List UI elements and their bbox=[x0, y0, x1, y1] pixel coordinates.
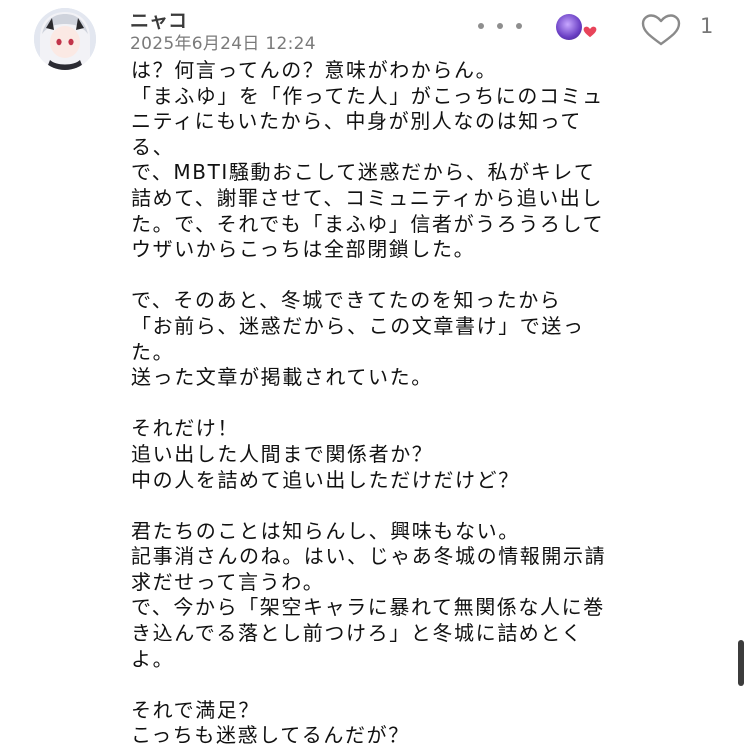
post-body: は？何言ってんの？意味がわからん。 「まふゆ」を「作ってた人」がこっちにのコミュ… bbox=[131, 58, 721, 749]
post-text-line: 「お前ら、迷惑だから、この文章書け」で送っ bbox=[131, 313, 585, 338]
post-timestamp: 2025年6月24日 12:24 bbox=[130, 34, 316, 54]
post-text-line: た。で、それでも「まふゆ」信者がうろうろして bbox=[131, 211, 605, 236]
more-options-button[interactable] bbox=[478, 16, 522, 36]
post-text-line: 追い出した人間まで関係者か？ bbox=[131, 441, 434, 466]
post-text-line: こっちも迷惑してるんだが？ bbox=[131, 723, 410, 748]
post-text-line: で、そのあと、冬城できてたのを知ったから bbox=[131, 288, 562, 313]
post-text-line: 詰めて、謝罪させて、コミュニティから追い出し bbox=[131, 185, 603, 210]
post-text-line: 「まふゆ」を「作ってた人」がこっちにのコミュ bbox=[131, 83, 604, 108]
post-text-line: ウザいからこっちは全部閉鎖した。 bbox=[131, 237, 476, 262]
post-text-line: ニティにもいたから、中身が別人なのは知って bbox=[131, 109, 582, 134]
post-text-line: 中の人を詰めて追い出しただけだけど？ bbox=[131, 467, 520, 492]
like-heart-icon[interactable] bbox=[640, 13, 682, 47]
post-text-line: る、 bbox=[131, 134, 175, 159]
comment-post: ニャコ 2025年6月24日 12:24 1 は？何言ってんの？意味がわからん。… bbox=[0, 0, 750, 750]
post-text-line: で、今から「架空キャラに暴れて無関係な人に巻 bbox=[131, 595, 605, 620]
post-text-line: よ。 bbox=[131, 646, 175, 671]
post-text-line: で、MBTI騒動おこして迷惑だから、私がキレて bbox=[131, 160, 596, 185]
post-text-line: それで満足？ bbox=[131, 697, 260, 722]
post-text-line: それだけ！ bbox=[131, 416, 239, 441]
post-text-line: た。 bbox=[131, 339, 175, 364]
more-horizontal-icon-dot bbox=[516, 23, 522, 29]
like-count: 1 bbox=[700, 14, 714, 38]
post-text-line: は？何言ってんの？意味がわからん。 bbox=[131, 58, 498, 82]
post-text-line: 記事消さんのね。はい、じゃあ冬城の情報開示請 bbox=[131, 544, 607, 569]
reactor-avatar[interactable] bbox=[556, 14, 582, 40]
more-horizontal-icon bbox=[478, 23, 484, 29]
post-text-line: き込んでる落とし前つけろ」と冬城に詰めとく bbox=[131, 621, 583, 646]
scrollbar-thumb[interactable] bbox=[738, 640, 744, 686]
author-avatar[interactable] bbox=[34, 8, 96, 70]
post-text-line: 君たちのことは知らんし、興味もない。 bbox=[131, 518, 520, 543]
more-horizontal-icon-dot bbox=[497, 23, 503, 29]
post-text-line: 求だせって言うわ。 bbox=[131, 569, 325, 594]
author-avatar-image bbox=[34, 8, 96, 70]
post-text-line: 送った文章が掲載されていた。 bbox=[131, 365, 433, 390]
heart-badge-icon bbox=[582, 25, 598, 39]
